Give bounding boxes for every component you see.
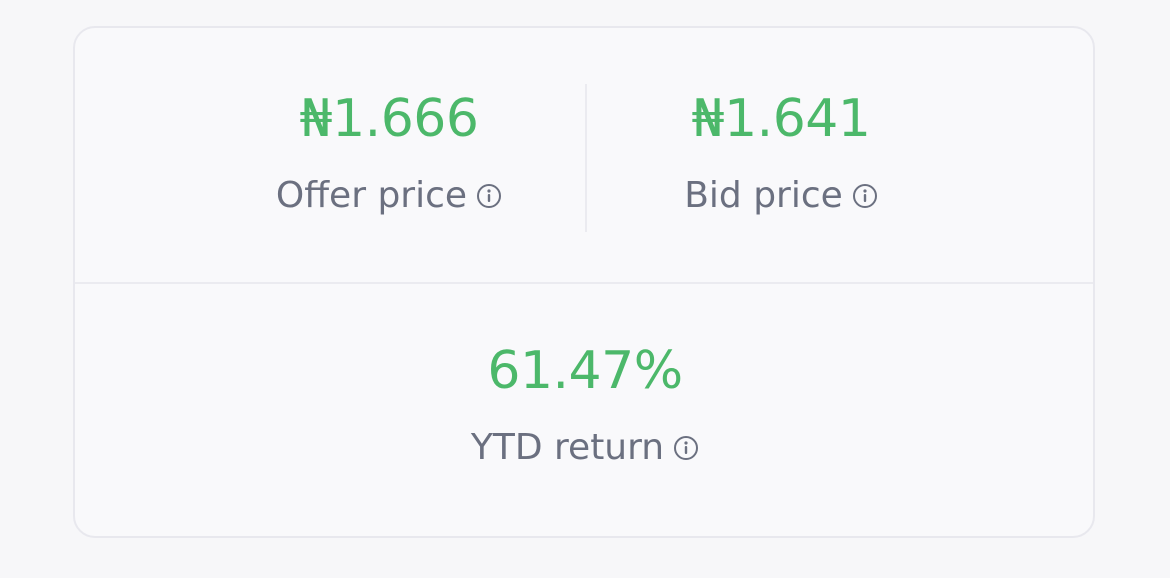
price-summary-card: ₦1.666 Offer price ₦1.641 Bid price 61.4… (73, 26, 1095, 538)
bid-price-stat: ₦1.641 Bid price (486, 84, 1076, 218)
ytd-return-stat: 61.47% YTD return (75, 336, 1095, 470)
ytd-return-label: YTD return (470, 427, 665, 468)
offer-price-label: Offer price (275, 175, 468, 216)
ytd-return-value: 61.47% (487, 341, 683, 401)
bid-price-label-row: Bid price (486, 174, 1076, 218)
bid-price-label: Bid price (684, 175, 843, 216)
bid-price-info-icon[interactable] (852, 183, 878, 209)
ytd-return-info-icon[interactable] (673, 435, 699, 461)
price-row: ₦1.666 Offer price ₦1.641 Bid price (75, 28, 1093, 284)
ytd-return-label-row: YTD return (75, 426, 1095, 470)
bid-price-value: ₦1.641 (691, 89, 871, 149)
